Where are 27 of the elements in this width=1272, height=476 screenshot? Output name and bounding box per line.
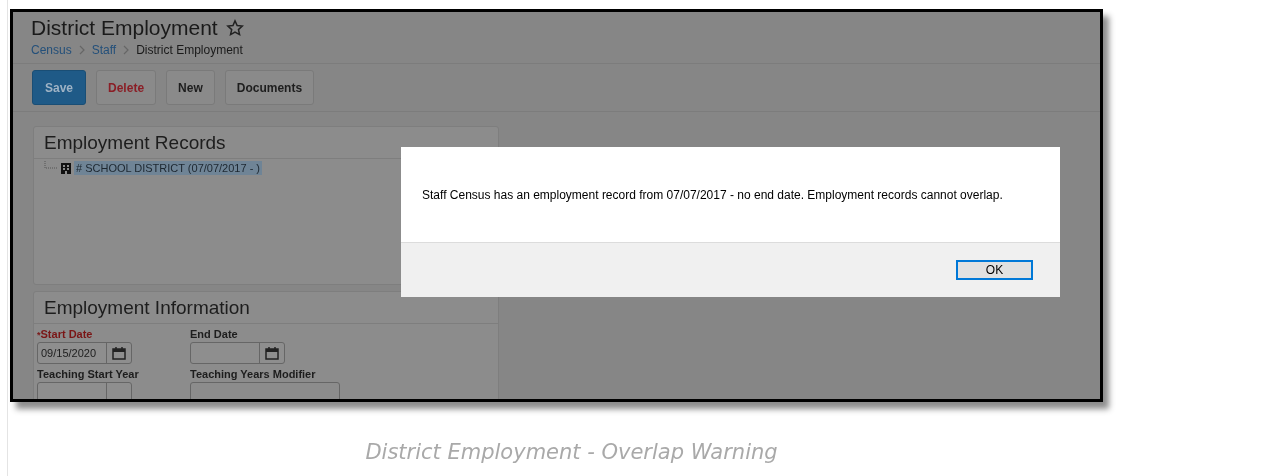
toolbar-button[interactable]: Save: [32, 70, 87, 105]
building-icon: [61, 162, 71, 174]
field-label: *Start Date: [37, 328, 94, 340]
ok-button[interactable]: OK: [956, 260, 1033, 280]
date-field[interactable]: [190, 342, 285, 364]
page-title: District Employment: [31, 16, 218, 40]
toolbar-button[interactable]: Documents: [224, 70, 315, 105]
breadcrumb-current: District Employment: [136, 43, 243, 57]
input-field[interactable]: [190, 382, 340, 399]
star-icon[interactable]: [225, 19, 244, 37]
date-field[interactable]: 09/15/2020: [37, 342, 132, 364]
figure-caption: District Employment - Overlap Warning: [364, 440, 779, 464]
chevron-icon: [123, 45, 130, 55]
tree-connector-icon: [44, 161, 58, 169]
number-field[interactable]: [37, 382, 132, 399]
toolbar-button[interactable]: Delete: [96, 70, 157, 105]
toolbar-button[interactable]: New: [166, 70, 215, 105]
calendar-icon[interactable]: [112, 346, 126, 360]
dialog-message: Staff Census has an employment record from 07/07/2017 - no end date. Employment records cannot overlap.: [422, 187, 1003, 202]
field-label: End Date: [190, 328, 239, 340]
breadcrumb-link[interactable]: Staff: [91, 43, 117, 57]
field-label: Teaching Years Modifier: [190, 368, 317, 380]
field-label: Teaching Start Year: [37, 368, 140, 380]
tree-item[interactable]: # SCHOOL DISTRICT (07/07/2017 - ): [74, 161, 262, 175]
breadcrumb-link[interactable]: Census: [31, 43, 72, 57]
chevron-icon: [78, 45, 85, 55]
calendar-icon[interactable]: [265, 346, 279, 360]
